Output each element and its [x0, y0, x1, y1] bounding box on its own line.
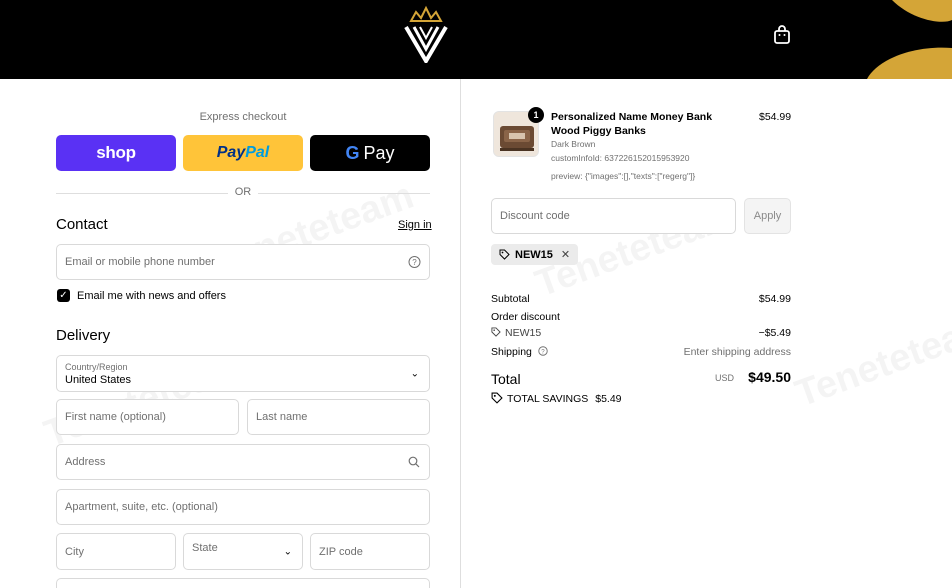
city-placeholder: City [65, 545, 84, 558]
savings-value: $5.49 [595, 393, 622, 405]
discount-value: −$5.49 [758, 327, 791, 339]
paypal-button[interactable]: Pay Pal [183, 135, 303, 171]
shopping-bag-icon[interactable] [772, 24, 792, 46]
email-field[interactable]: Email or mobile phone number ? [56, 244, 430, 280]
product-preview: preview: {"images":[],"texts":["regerg"]… [551, 171, 696, 181]
product-name: Personalized Name Money Bank Wood Piggy … [551, 111, 713, 137]
help-circle-icon[interactable]: ? [538, 346, 548, 356]
shipping-row: Shipping ? Enter shipping address [491, 346, 791, 358]
last-name-placeholder: Last name [256, 411, 308, 423]
paypal-label: Pay [216, 144, 246, 161]
shipping-value: Enter shipping address [683, 346, 791, 358]
or-divider: OR [56, 186, 430, 200]
applied-code-label: NEW15 [515, 248, 553, 261]
tag-icon [491, 392, 503, 404]
subtotal-value: $54.99 [758, 293, 791, 305]
country-select[interactable]: Country/Region United States ⌄ [56, 355, 430, 392]
discount-code-label: NEW15 [505, 327, 542, 339]
order-discount-row: Order discount [491, 311, 791, 323]
city-field[interactable]: City [56, 533, 176, 570]
chevron-down-icon: ⌄ [410, 368, 419, 379]
applied-discount-tag: NEW15 ✕ [491, 244, 579, 265]
apartment-placeholder: Apartment, suite, etc. (optional) [65, 501, 218, 513]
first-name-placeholder: First name (optional) [65, 411, 166, 423]
gold-leaf-decoration-icon [867, 0, 952, 79]
subtotal-row: Subtotal $54.99 [491, 293, 791, 305]
address-field[interactable]: Address [56, 444, 430, 480]
total-savings-row: TOTAL SAVINGS $5.49 [491, 392, 791, 405]
state-placeholder: State [192, 542, 218, 554]
watermark: Teneteteam [790, 305, 952, 417]
last-name-field[interactable]: Last name [247, 399, 430, 435]
crown-v-logo-icon[interactable] [403, 5, 449, 63]
newsletter-label: Email me with news and offers [77, 289, 226, 302]
newsletter-checkbox-row[interactable]: ✓ Email me with news and offers [57, 289, 226, 302]
newsletter-checkbox[interactable]: ✓ [57, 289, 70, 302]
tag-icon [491, 327, 501, 337]
apply-discount-button[interactable]: Apply [744, 198, 791, 234]
savings-label: TOTAL SAVINGS [507, 393, 589, 405]
svg-text:?: ? [541, 348, 545, 355]
subtotal-label: Subtotal [491, 293, 530, 305]
total-row: Total USD $49.50 [491, 369, 791, 387]
product-custom-info: customInfoId: 637226152015953920 [551, 153, 690, 163]
google-pay-label: Pay [363, 142, 395, 163]
delivery-heading: Delivery [56, 327, 111, 344]
or-label: OR [234, 186, 252, 198]
remove-discount-icon[interactable]: ✕ [561, 248, 570, 261]
quantity-badge: 1 [528, 107, 544, 123]
tag-icon [499, 249, 510, 260]
express-checkout-title: Express checkout [199, 111, 287, 123]
product-price: $54.99 [759, 111, 792, 123]
discount-code-field[interactable]: Discount code [491, 198, 736, 234]
shipping-label: Shipping [491, 346, 532, 358]
order-discount-label: Order discount [491, 311, 560, 323]
help-circle-icon[interactable]: ? [408, 256, 421, 269]
total-label: Total [491, 371, 521, 387]
total-value: $49.50 [748, 369, 791, 385]
chevron-down-icon: ⌄ [283, 546, 292, 557]
shop-pay-label: shop [96, 143, 136, 162]
shop-pay-button[interactable]: shop [56, 135, 176, 171]
country-value: United States [65, 374, 132, 386]
checkout-form: Teneteteam Teneteteam Express checkout s… [0, 79, 460, 588]
first-name-field[interactable]: First name (optional) [56, 399, 239, 435]
paypal-label: Pal [245, 144, 270, 161]
search-icon [408, 456, 420, 468]
email-placeholder: Email or mobile phone number [65, 256, 215, 268]
site-header [0, 0, 952, 79]
discount-placeholder: Discount code [500, 210, 570, 222]
phone-field[interactable] [56, 578, 430, 588]
product-variant: Dark Brown [551, 139, 596, 149]
google-pay-button[interactable]: G Pay [310, 135, 430, 171]
order-summary: Teneteteam Teneteteam 1 Personalized Nam… [461, 79, 952, 588]
currency-label: USD [714, 373, 734, 383]
contact-heading: Contact [56, 216, 108, 233]
apartment-field[interactable]: Apartment, suite, etc. (optional) [56, 489, 430, 525]
discount-code-row: NEW15 −$5.49 [491, 327, 791, 339]
country-label: Country/Region [65, 362, 128, 372]
state-select[interactable]: State ⌄ [183, 533, 303, 570]
address-placeholder: Address [65, 456, 106, 468]
zip-field[interactable]: ZIP code [310, 533, 430, 570]
svg-text:?: ? [412, 258, 417, 267]
google-g-icon: G [345, 142, 360, 163]
sign-in-link[interactable]: Sign in [398, 219, 432, 231]
zip-placeholder: ZIP code [319, 545, 363, 558]
